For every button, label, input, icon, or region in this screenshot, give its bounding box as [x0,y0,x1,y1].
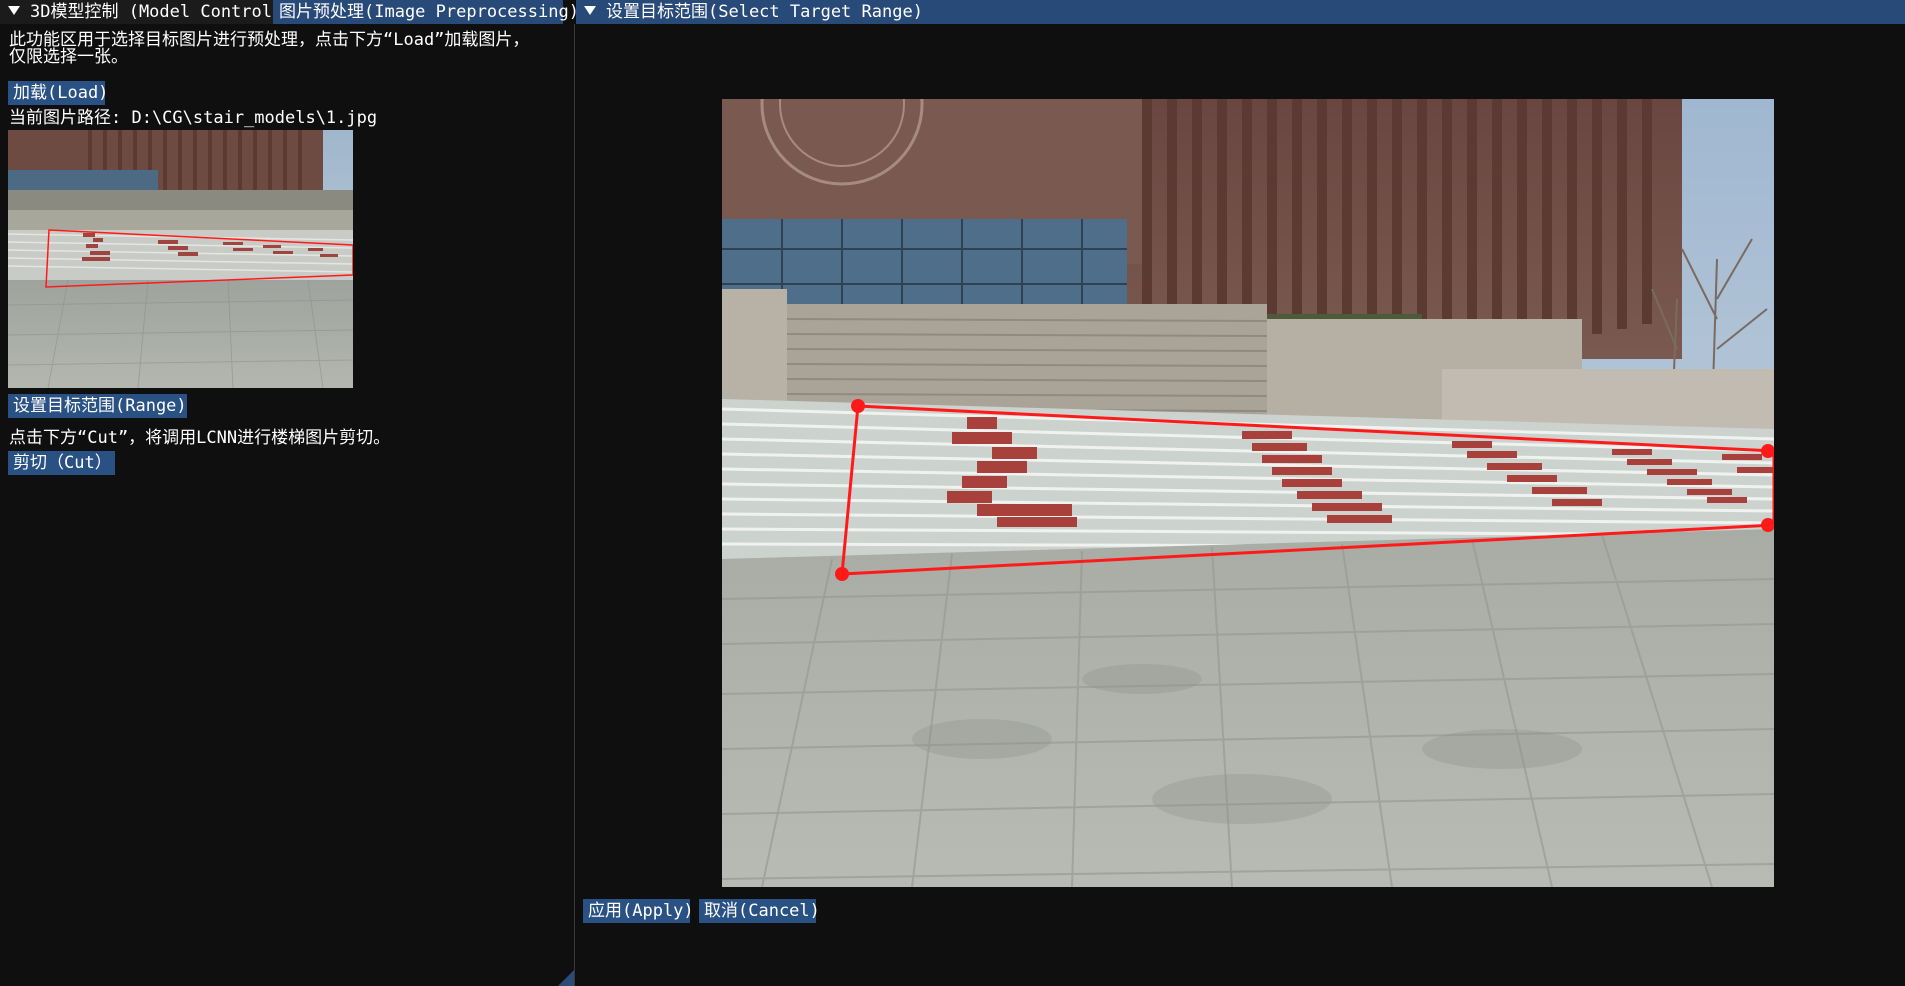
tab-model-control-label: 3D模型控制 (Model Control) [30,2,283,22]
thumbnail-picture [8,130,353,388]
range-selection-canvas[interactable] [722,99,1774,887]
window-title-bar[interactable]: 设置目标范围(Select Target Range) [576,0,1905,24]
select-target-range-window: 设置目标范围(Select Target Range) 应用(Apply) 取消… [576,0,1905,986]
selection-handle-top-right[interactable] [1761,444,1774,458]
function-description: 此功能区用于选择目标图片进行预处理，点击下方“Load”加载图片， 仅限选择一张… [9,32,569,66]
tab-image-preprocessing-label: 图片预处理(Image Preprocessing) [279,2,579,22]
tab-image-preprocessing[interactable]: 图片预处理(Image Preprocessing) [273,0,579,24]
resize-grip[interactable] [558,970,574,986]
window-title: 设置目标范围(Select Target Range) [606,2,923,22]
image-thumbnail [8,130,353,388]
collapse-triangle-icon[interactable] [8,6,20,15]
load-button[interactable]: 加载(Load) [8,81,108,105]
selection-handle-top-left[interactable] [851,399,865,413]
description-line-2: 仅限选择一张。 [9,47,128,67]
cut-hint-text: 点击下方“Cut”，将调用LCNN进行楼梯图片剪切。 [9,428,391,448]
apply-button[interactable]: 应用(Apply) [583,899,694,923]
preprocessing-panel: 3D模型控制 (Model Control) 图片预处理(Image Prepr… [0,0,579,986]
tab-model-control[interactable]: 3D模型控制 (Model Control) [0,0,282,24]
cut-button[interactable]: 剪切（Cut） [8,451,115,475]
collapse-triangle-icon[interactable] [584,6,596,15]
selection-handle-bottom-right[interactable] [1761,518,1774,532]
selection-handle-bottom-left[interactable] [835,567,849,581]
current-image-path: 当前图片路径: D:\CG\stair_models\1.jpg [9,108,378,128]
selection-handles [835,399,1774,581]
tab-bar: 3D模型控制 (Model Control) 图片预处理(Image Prepr… [0,0,579,24]
cancel-button[interactable]: 取消(Cancel) [699,899,820,923]
set-range-button[interactable]: 设置目标范围(Range) [8,394,187,418]
